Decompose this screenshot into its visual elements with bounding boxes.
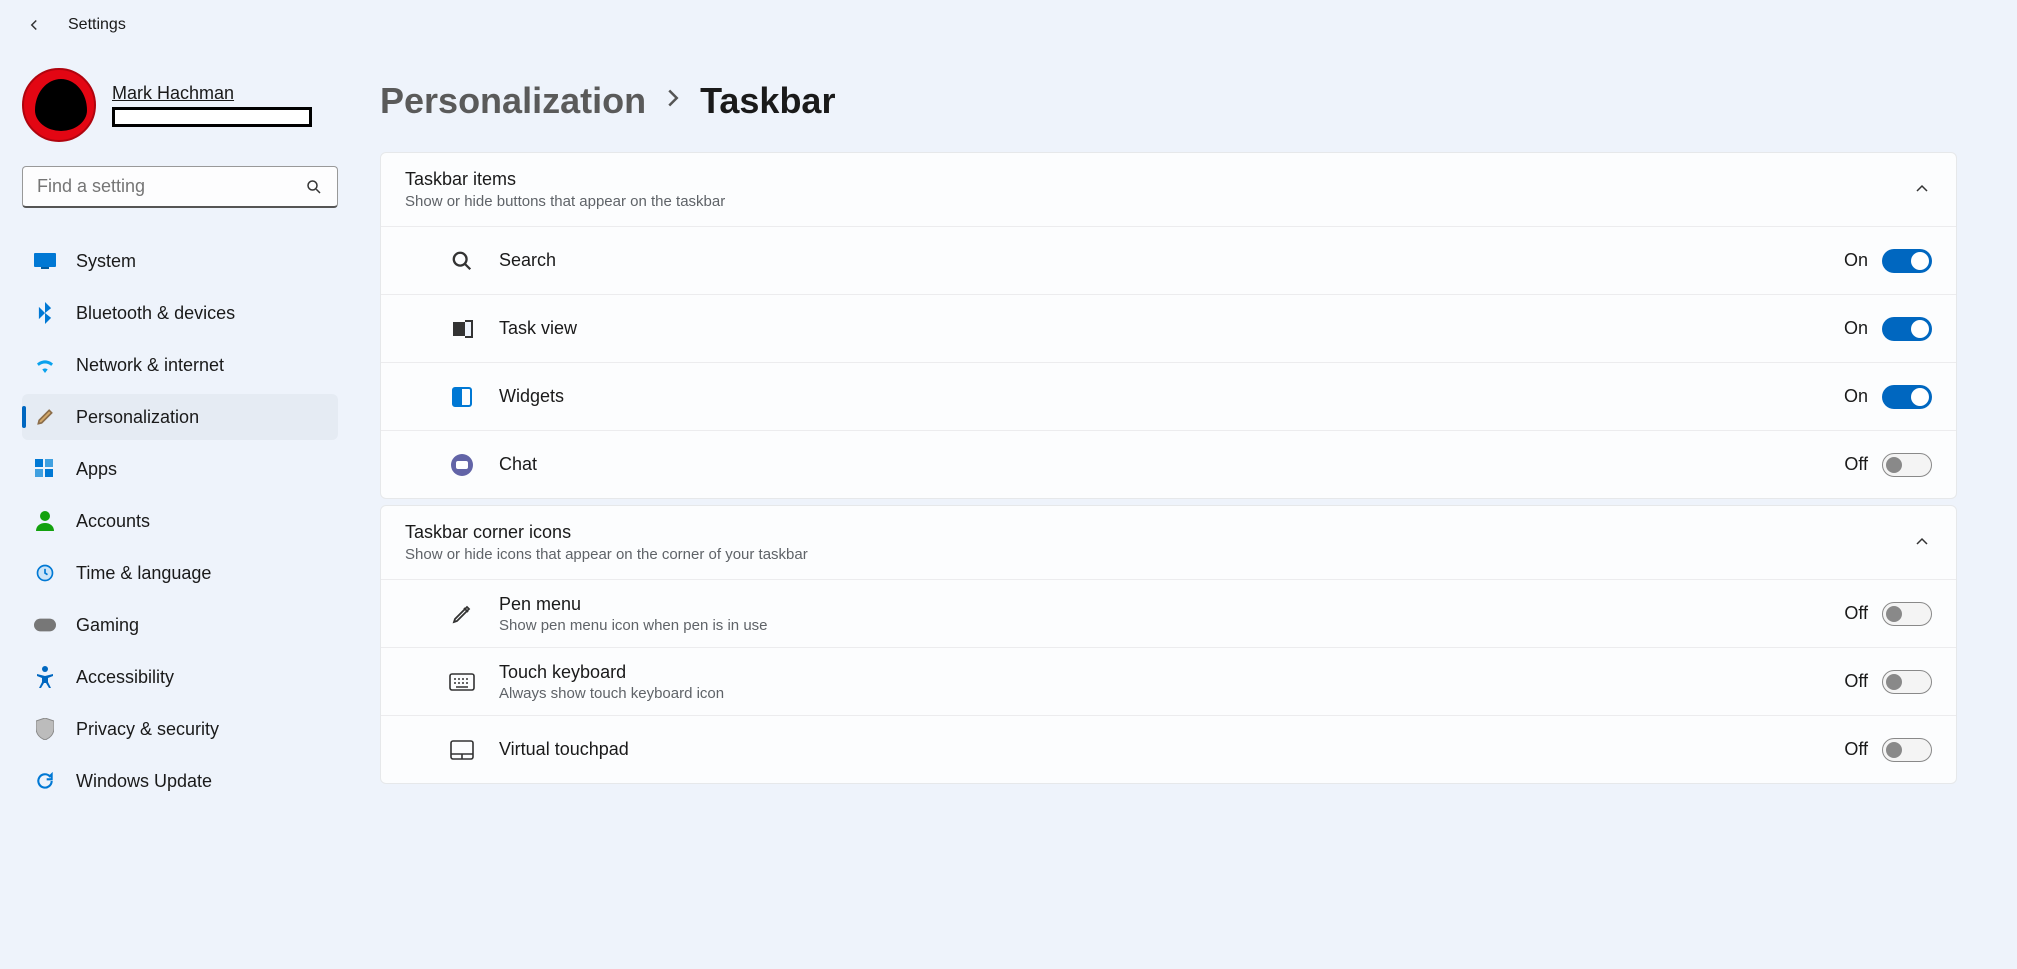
toggle-state-label: Off xyxy=(1844,454,1868,475)
apps-icon xyxy=(34,458,56,480)
pen-icon xyxy=(445,597,479,631)
sidebar-item-label: Bluetooth & devices xyxy=(76,303,235,324)
sidebar-item-time[interactable]: Time & language xyxy=(22,550,338,596)
toggle-taskview[interactable] xyxy=(1882,317,1932,341)
toggle-state-label: On xyxy=(1844,386,1868,407)
section-subtitle: Show or hide buttons that appear on the … xyxy=(405,193,725,210)
row-label: Chat xyxy=(499,454,1844,475)
toggle-virtual-touchpad[interactable] xyxy=(1882,738,1932,762)
section-subtitle: Show or hide icons that appear on the co… xyxy=(405,546,808,563)
sidebar-item-accounts[interactable]: Accounts xyxy=(22,498,338,544)
profile-name: Mark Hachman xyxy=(112,83,312,104)
toggle-state-label: Off xyxy=(1844,603,1868,624)
row-label: Task view xyxy=(499,318,1844,339)
row-virtual-touchpad: Virtual touchpad Off xyxy=(381,715,1956,783)
taskview-icon xyxy=(445,312,479,346)
app-title: Settings xyxy=(68,16,126,34)
row-search: Search On xyxy=(381,226,1956,294)
breadcrumb: Personalization Taskbar xyxy=(380,80,1957,122)
keyboard-icon xyxy=(445,665,479,699)
search-box[interactable] xyxy=(22,166,338,208)
title-bar: Settings xyxy=(0,0,2017,50)
clock-icon xyxy=(34,562,56,584)
sidebar-item-label: Privacy & security xyxy=(76,719,219,740)
row-chat: Chat Off xyxy=(381,430,1956,498)
row-touch-keyboard: Touch keyboard Always show touch keyboar… xyxy=(381,647,1956,715)
sidebar-item-label: Gaming xyxy=(76,615,139,636)
sidebar-item-accessibility[interactable]: Accessibility xyxy=(22,654,338,700)
sidebar-item-label: Accessibility xyxy=(76,667,174,688)
system-icon xyxy=(34,250,56,272)
sidebar-item-privacy[interactable]: Privacy & security xyxy=(22,706,338,752)
row-label: Widgets xyxy=(499,386,1844,407)
sidebar-item-label: Personalization xyxy=(76,407,199,428)
sidebar-item-apps[interactable]: Apps xyxy=(22,446,338,492)
bluetooth-icon xyxy=(34,302,56,324)
row-label: Search xyxy=(499,250,1844,271)
sidebar-item-network[interactable]: Network & internet xyxy=(22,342,338,388)
sidebar-item-bluetooth[interactable]: Bluetooth & devices xyxy=(22,290,338,336)
sidebar-item-label: Accounts xyxy=(76,511,150,532)
section-corner-icons: Taskbar corner icons Show or hide icons … xyxy=(380,505,1957,784)
chevron-up-icon xyxy=(1914,181,1932,199)
row-widgets: Widgets On xyxy=(381,362,1956,430)
toggle-pen-menu[interactable] xyxy=(1882,602,1932,626)
chevron-right-icon xyxy=(666,88,680,114)
chat-icon xyxy=(445,448,479,482)
sidebar-item-personalization[interactable]: Personalization xyxy=(22,394,338,440)
row-label: Pen menu xyxy=(499,594,1844,615)
sidebar-item-label: Network & internet xyxy=(76,355,224,376)
toggle-search[interactable] xyxy=(1882,249,1932,273)
toggle-state-label: Off xyxy=(1844,671,1868,692)
paintbrush-icon xyxy=(34,406,56,428)
search-input[interactable] xyxy=(37,176,305,197)
row-sublabel: Always show touch keyboard icon xyxy=(499,685,1844,702)
back-arrow-icon[interactable] xyxy=(24,15,44,35)
search-icon xyxy=(445,244,479,278)
sidebar: Mark Hachman System Bluetooth & devic xyxy=(0,50,360,969)
nav-list: System Bluetooth & devices Network & int… xyxy=(22,238,338,804)
row-sublabel: Show pen menu icon when pen is in use xyxy=(499,617,1844,634)
sidebar-item-gaming[interactable]: Gaming xyxy=(22,602,338,648)
section-taskbar-items: Taskbar items Show or hide buttons that … xyxy=(380,152,1957,499)
row-taskview: Task view On xyxy=(381,294,1956,362)
breadcrumb-current: Taskbar xyxy=(700,80,835,122)
profile-block[interactable]: Mark Hachman xyxy=(22,68,338,142)
row-pen-menu: Pen menu Show pen menu icon when pen is … xyxy=(381,579,1956,647)
sidebar-item-label: Time & language xyxy=(76,563,211,584)
section-header-taskbar-items[interactable]: Taskbar items Show or hide buttons that … xyxy=(381,153,1956,226)
sidebar-item-label: Windows Update xyxy=(76,771,212,792)
sidebar-item-system[interactable]: System xyxy=(22,238,338,284)
person-icon xyxy=(34,510,56,532)
row-label: Touch keyboard xyxy=(499,662,1844,683)
sidebar-item-label: Apps xyxy=(76,459,117,480)
widgets-icon xyxy=(445,380,479,414)
toggle-state-label: Off xyxy=(1844,739,1868,760)
toggle-touch-keyboard[interactable] xyxy=(1882,670,1932,694)
toggle-chat[interactable] xyxy=(1882,453,1932,477)
gamepad-icon xyxy=(34,614,56,636)
row-label: Virtual touchpad xyxy=(499,739,1844,760)
shield-icon xyxy=(34,718,56,740)
chevron-up-icon xyxy=(1914,534,1932,552)
section-header-corner-icons[interactable]: Taskbar corner icons Show or hide icons … xyxy=(381,506,1956,579)
main-content: Personalization Taskbar Taskbar items Sh… xyxy=(360,50,2017,969)
sidebar-item-update[interactable]: Windows Update xyxy=(22,758,338,804)
toggle-widgets[interactable] xyxy=(1882,385,1932,409)
touchpad-icon xyxy=(445,733,479,767)
toggle-state-label: On xyxy=(1844,250,1868,271)
section-title: Taskbar items xyxy=(405,169,725,190)
search-icon xyxy=(305,178,323,196)
section-title: Taskbar corner icons xyxy=(405,522,808,543)
wifi-icon xyxy=(34,354,56,376)
avatar xyxy=(22,68,96,142)
breadcrumb-parent[interactable]: Personalization xyxy=(380,80,646,122)
profile-email-redacted xyxy=(112,107,312,127)
accessibility-icon xyxy=(34,666,56,688)
sidebar-item-label: System xyxy=(76,251,136,272)
update-icon xyxy=(34,770,56,792)
toggle-state-label: On xyxy=(1844,318,1868,339)
